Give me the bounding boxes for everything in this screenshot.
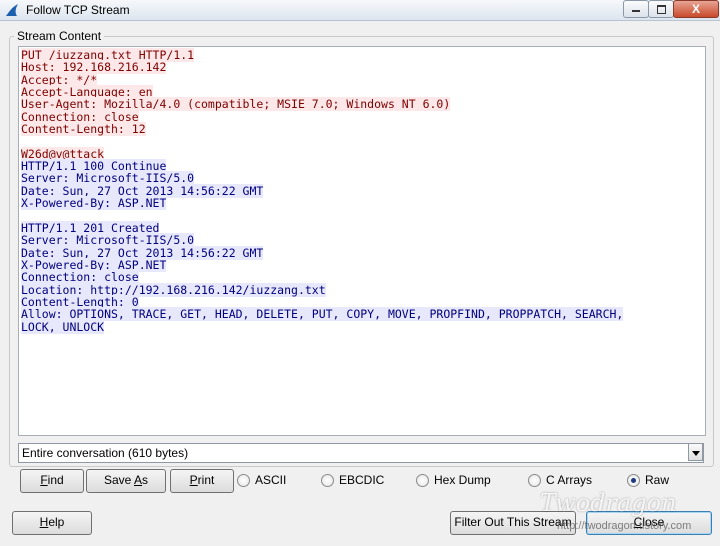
radio-dot[interactable]: [627, 474, 640, 487]
watermark-url: http://twodragon.tistory.com: [557, 520, 692, 532]
find-button[interactable]: Find: [20, 469, 84, 493]
stream-text: PUT /iuzzang.txt HTTP/1.1 Host: 192.168.…: [19, 47, 705, 347]
chevron-down-icon[interactable]: [688, 443, 703, 461]
title-bar: Follow TCP Stream X: [0, 0, 720, 21]
server-response-100: HTTP/1.1 100 Continue Server: Microsoft-…: [21, 159, 264, 211]
radio-dot[interactable]: [416, 474, 429, 487]
close-glyph: X: [691, 2, 700, 16]
save-as-button[interactable]: Save As: [86, 469, 166, 493]
radio-dot[interactable]: [528, 474, 541, 487]
radio-dot[interactable]: [237, 474, 250, 487]
conversation-select[interactable]: Entire conversation (610 bytes): [18, 443, 704, 463]
watermark-text: Twodragon: [540, 489, 677, 517]
stream-text-area[interactable]: PUT /iuzzang.txt HTTP/1.1 Host: 192.168.…: [18, 46, 706, 436]
stream-content-label: Stream Content: [14, 29, 105, 43]
print-button[interactable]: Print: [170, 469, 234, 493]
radio-dot[interactable]: [321, 474, 334, 487]
conversation-select-value: Entire conversation (610 bytes): [22, 446, 189, 460]
server-response-201: HTTP/1.1 201 Created Server: Microsoft-I…: [21, 220, 624, 334]
client-request: PUT /iuzzang.txt HTTP/1.1 Host: 192.168.…: [21, 48, 451, 137]
maximize-icon[interactable]: [648, 0, 674, 18]
window-title: Follow TCP Stream: [26, 3, 130, 17]
minimize-icon[interactable]: [623, 0, 649, 18]
shark-fin-icon: [6, 4, 18, 16]
help-button[interactable]: Help: [12, 511, 92, 535]
close-icon[interactable]: X: [673, 0, 719, 18]
